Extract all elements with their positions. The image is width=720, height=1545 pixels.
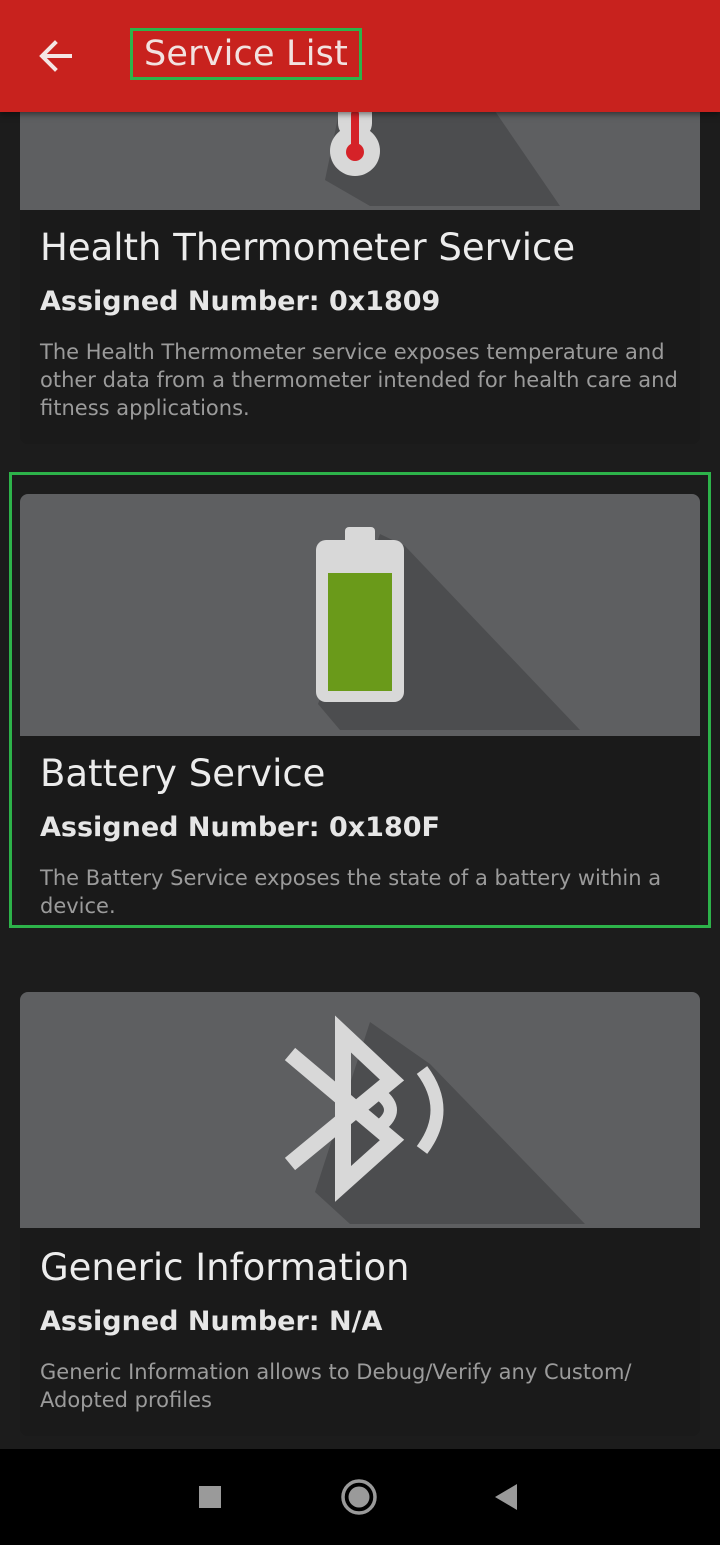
system-nav-bar: [0, 1449, 720, 1545]
app-bar: Service List: [0, 0, 720, 112]
arrow-left-icon: [39, 40, 72, 72]
assigned-number: Assigned Number: N/A: [40, 1306, 383, 1337]
service-description: Generic Information allows to Debug/Veri…: [40, 1360, 632, 1412]
service-card-generic-information[interactable]: Generic Information Assigned Number: N/A…: [20, 992, 700, 1436]
back-button[interactable]: [24, 24, 88, 88]
card-image: [20, 494, 700, 736]
recents-button[interactable]: [180, 1469, 240, 1525]
square-icon: [199, 1486, 221, 1508]
battery-icon: [316, 527, 404, 702]
assigned-number: Assigned Number: 0x180F: [40, 812, 440, 843]
service-description: The Health Thermometer service exposes t…: [40, 340, 678, 420]
service-title: Generic Information: [40, 1246, 410, 1289]
triangle-back-icon: [495, 1484, 517, 1510]
service-card-battery[interactable]: Battery Service Assigned Number: 0x180F …: [20, 494, 700, 926]
system-back-button[interactable]: [476, 1469, 536, 1525]
service-title: Battery Service: [40, 752, 326, 795]
card-image: [20, 992, 700, 1228]
service-list[interactable]: Health Thermometer Service Assigned Numb…: [0, 0, 720, 1449]
service-title: Health Thermometer Service: [40, 226, 576, 269]
assigned-number: Assigned Number: 0x1809: [40, 286, 441, 317]
circle-icon: [341, 1479, 377, 1515]
home-button[interactable]: [329, 1469, 389, 1525]
service-description: The Battery Service exposes the state of…: [40, 866, 662, 918]
page-title: Service List: [130, 28, 362, 80]
